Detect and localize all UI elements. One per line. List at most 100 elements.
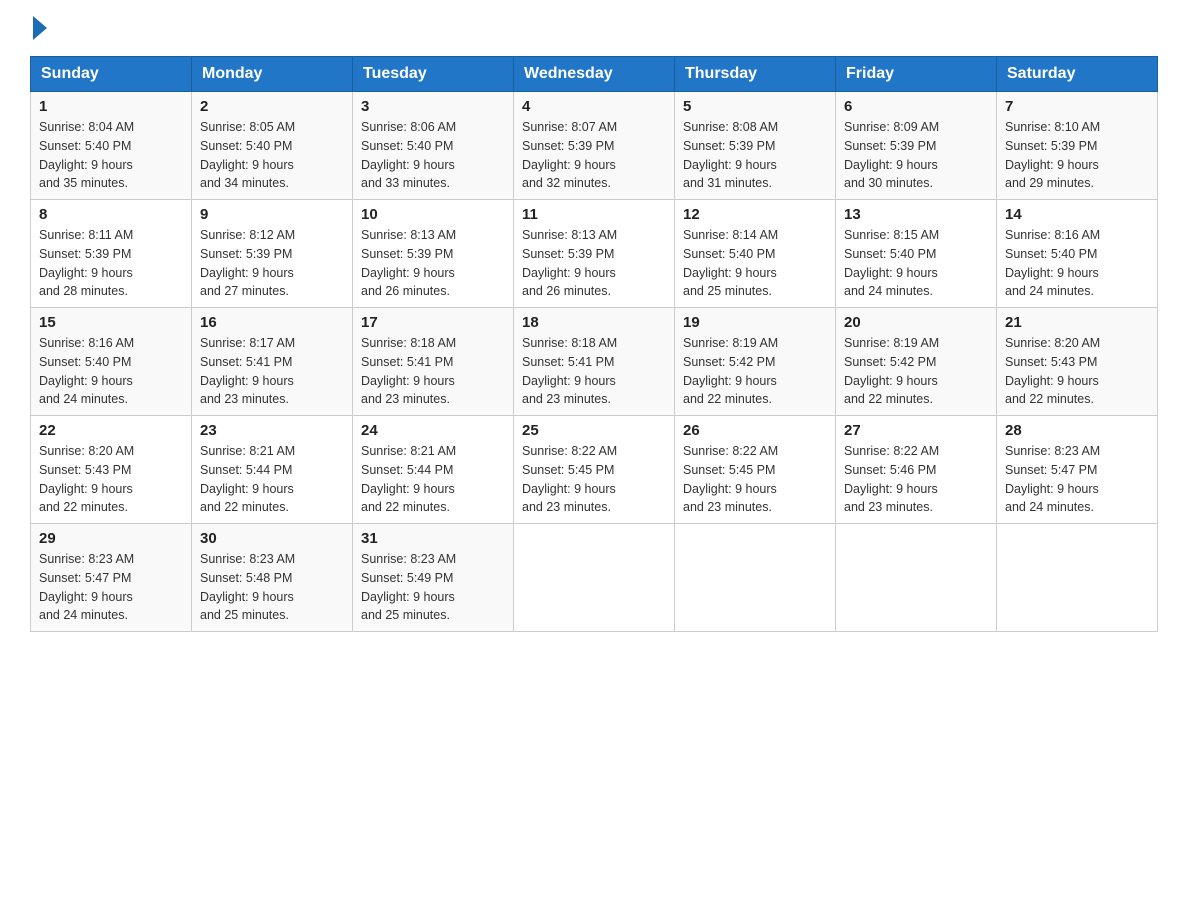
day-cell-17: 17 Sunrise: 8:18 AMSunset: 5:41 PMDaylig…: [353, 308, 514, 416]
header-saturday: Saturday: [997, 57, 1158, 92]
day-cell-16: 16 Sunrise: 8:17 AMSunset: 5:41 PMDaylig…: [192, 308, 353, 416]
day-number: 21: [1005, 314, 1149, 331]
day-info: Sunrise: 8:23 AMSunset: 5:49 PMDaylight:…: [361, 550, 505, 625]
day-info: Sunrise: 8:06 AMSunset: 5:40 PMDaylight:…: [361, 118, 505, 193]
day-number: 3: [361, 98, 505, 115]
day-cell-24: 24 Sunrise: 8:21 AMSunset: 5:44 PMDaylig…: [353, 416, 514, 524]
day-number: 14: [1005, 206, 1149, 223]
day-info: Sunrise: 8:22 AMSunset: 5:45 PMDaylight:…: [683, 442, 827, 517]
day-cell-11: 11 Sunrise: 8:13 AMSunset: 5:39 PMDaylig…: [514, 200, 675, 308]
header-thursday: Thursday: [675, 57, 836, 92]
header-sunday: Sunday: [31, 57, 192, 92]
day-number: 16: [200, 314, 344, 331]
day-number: 22: [39, 422, 183, 439]
day-cell-5: 5 Sunrise: 8:08 AMSunset: 5:39 PMDayligh…: [675, 92, 836, 200]
day-cell-20: 20 Sunrise: 8:19 AMSunset: 5:42 PMDaylig…: [836, 308, 997, 416]
day-info: Sunrise: 8:04 AMSunset: 5:40 PMDaylight:…: [39, 118, 183, 193]
day-number: 23: [200, 422, 344, 439]
day-info: Sunrise: 8:23 AMSunset: 5:48 PMDaylight:…: [200, 550, 344, 625]
day-number: 24: [361, 422, 505, 439]
day-cell-22: 22 Sunrise: 8:20 AMSunset: 5:43 PMDaylig…: [31, 416, 192, 524]
day-number: 7: [1005, 98, 1149, 115]
day-info: Sunrise: 8:19 AMSunset: 5:42 PMDaylight:…: [844, 334, 988, 409]
day-cell-10: 10 Sunrise: 8:13 AMSunset: 5:39 PMDaylig…: [353, 200, 514, 308]
day-cell-7: 7 Sunrise: 8:10 AMSunset: 5:39 PMDayligh…: [997, 92, 1158, 200]
page-header: [30, 20, 1158, 36]
day-info: Sunrise: 8:21 AMSunset: 5:44 PMDaylight:…: [361, 442, 505, 517]
day-number: 1: [39, 98, 183, 115]
day-number: 19: [683, 314, 827, 331]
day-info: Sunrise: 8:18 AMSunset: 5:41 PMDaylight:…: [361, 334, 505, 409]
day-cell-31: 31 Sunrise: 8:23 AMSunset: 5:49 PMDaylig…: [353, 524, 514, 632]
day-cell-28: 28 Sunrise: 8:23 AMSunset: 5:47 PMDaylig…: [997, 416, 1158, 524]
day-cell-30: 30 Sunrise: 8:23 AMSunset: 5:48 PMDaylig…: [192, 524, 353, 632]
day-cell-6: 6 Sunrise: 8:09 AMSunset: 5:39 PMDayligh…: [836, 92, 997, 200]
day-number: 20: [844, 314, 988, 331]
day-info: Sunrise: 8:15 AMSunset: 5:40 PMDaylight:…: [844, 226, 988, 301]
week-row-4: 22 Sunrise: 8:20 AMSunset: 5:43 PMDaylig…: [31, 416, 1158, 524]
day-info: Sunrise: 8:07 AMSunset: 5:39 PMDaylight:…: [522, 118, 666, 193]
day-number: 29: [39, 530, 183, 547]
day-number: 12: [683, 206, 827, 223]
day-info: Sunrise: 8:16 AMSunset: 5:40 PMDaylight:…: [1005, 226, 1149, 301]
day-info: Sunrise: 8:12 AMSunset: 5:39 PMDaylight:…: [200, 226, 344, 301]
day-number: 10: [361, 206, 505, 223]
day-number: 15: [39, 314, 183, 331]
day-info: Sunrise: 8:13 AMSunset: 5:39 PMDaylight:…: [522, 226, 666, 301]
day-info: Sunrise: 8:14 AMSunset: 5:40 PMDaylight:…: [683, 226, 827, 301]
day-number: 27: [844, 422, 988, 439]
day-info: Sunrise: 8:05 AMSunset: 5:40 PMDaylight:…: [200, 118, 344, 193]
day-info: Sunrise: 8:23 AMSunset: 5:47 PMDaylight:…: [1005, 442, 1149, 517]
day-cell-8: 8 Sunrise: 8:11 AMSunset: 5:39 PMDayligh…: [31, 200, 192, 308]
day-cell-29: 29 Sunrise: 8:23 AMSunset: 5:47 PMDaylig…: [31, 524, 192, 632]
day-number: 2: [200, 98, 344, 115]
day-cell-14: 14 Sunrise: 8:16 AMSunset: 5:40 PMDaylig…: [997, 200, 1158, 308]
day-cell-18: 18 Sunrise: 8:18 AMSunset: 5:41 PMDaylig…: [514, 308, 675, 416]
day-info: Sunrise: 8:17 AMSunset: 5:41 PMDaylight:…: [200, 334, 344, 409]
day-number: 30: [200, 530, 344, 547]
day-info: Sunrise: 8:08 AMSunset: 5:39 PMDaylight:…: [683, 118, 827, 193]
day-cell-19: 19 Sunrise: 8:19 AMSunset: 5:42 PMDaylig…: [675, 308, 836, 416]
day-number: 4: [522, 98, 666, 115]
day-number: 11: [522, 206, 666, 223]
day-cell-15: 15 Sunrise: 8:16 AMSunset: 5:40 PMDaylig…: [31, 308, 192, 416]
day-info: Sunrise: 8:13 AMSunset: 5:39 PMDaylight:…: [361, 226, 505, 301]
empty-cell: [675, 524, 836, 632]
week-row-3: 15 Sunrise: 8:16 AMSunset: 5:40 PMDaylig…: [31, 308, 1158, 416]
day-cell-2: 2 Sunrise: 8:05 AMSunset: 5:40 PMDayligh…: [192, 92, 353, 200]
day-number: 13: [844, 206, 988, 223]
day-number: 18: [522, 314, 666, 331]
day-info: Sunrise: 8:20 AMSunset: 5:43 PMDaylight:…: [39, 442, 183, 517]
day-info: Sunrise: 8:09 AMSunset: 5:39 PMDaylight:…: [844, 118, 988, 193]
day-info: Sunrise: 8:23 AMSunset: 5:47 PMDaylight:…: [39, 550, 183, 625]
day-number: 28: [1005, 422, 1149, 439]
day-info: Sunrise: 8:11 AMSunset: 5:39 PMDaylight:…: [39, 226, 183, 301]
day-number: 31: [361, 530, 505, 547]
day-number: 26: [683, 422, 827, 439]
day-cell-23: 23 Sunrise: 8:21 AMSunset: 5:44 PMDaylig…: [192, 416, 353, 524]
day-cell-3: 3 Sunrise: 8:06 AMSunset: 5:40 PMDayligh…: [353, 92, 514, 200]
logo: [30, 20, 47, 36]
calendar-header-row: SundayMondayTuesdayWednesdayThursdayFrid…: [31, 57, 1158, 92]
day-number: 25: [522, 422, 666, 439]
week-row-5: 29 Sunrise: 8:23 AMSunset: 5:47 PMDaylig…: [31, 524, 1158, 632]
day-number: 9: [200, 206, 344, 223]
day-cell-13: 13 Sunrise: 8:15 AMSunset: 5:40 PMDaylig…: [836, 200, 997, 308]
day-info: Sunrise: 8:21 AMSunset: 5:44 PMDaylight:…: [200, 442, 344, 517]
day-info: Sunrise: 8:16 AMSunset: 5:40 PMDaylight:…: [39, 334, 183, 409]
week-row-1: 1 Sunrise: 8:04 AMSunset: 5:40 PMDayligh…: [31, 92, 1158, 200]
empty-cell: [836, 524, 997, 632]
calendar-table: SundayMondayTuesdayWednesdayThursdayFrid…: [30, 56, 1158, 632]
day-cell-9: 9 Sunrise: 8:12 AMSunset: 5:39 PMDayligh…: [192, 200, 353, 308]
day-number: 8: [39, 206, 183, 223]
day-info: Sunrise: 8:19 AMSunset: 5:42 PMDaylight:…: [683, 334, 827, 409]
day-cell-25: 25 Sunrise: 8:22 AMSunset: 5:45 PMDaylig…: [514, 416, 675, 524]
empty-cell: [997, 524, 1158, 632]
header-tuesday: Tuesday: [353, 57, 514, 92]
day-number: 5: [683, 98, 827, 115]
day-cell-12: 12 Sunrise: 8:14 AMSunset: 5:40 PMDaylig…: [675, 200, 836, 308]
week-row-2: 8 Sunrise: 8:11 AMSunset: 5:39 PMDayligh…: [31, 200, 1158, 308]
day-info: Sunrise: 8:20 AMSunset: 5:43 PMDaylight:…: [1005, 334, 1149, 409]
day-info: Sunrise: 8:18 AMSunset: 5:41 PMDaylight:…: [522, 334, 666, 409]
day-cell-1: 1 Sunrise: 8:04 AMSunset: 5:40 PMDayligh…: [31, 92, 192, 200]
